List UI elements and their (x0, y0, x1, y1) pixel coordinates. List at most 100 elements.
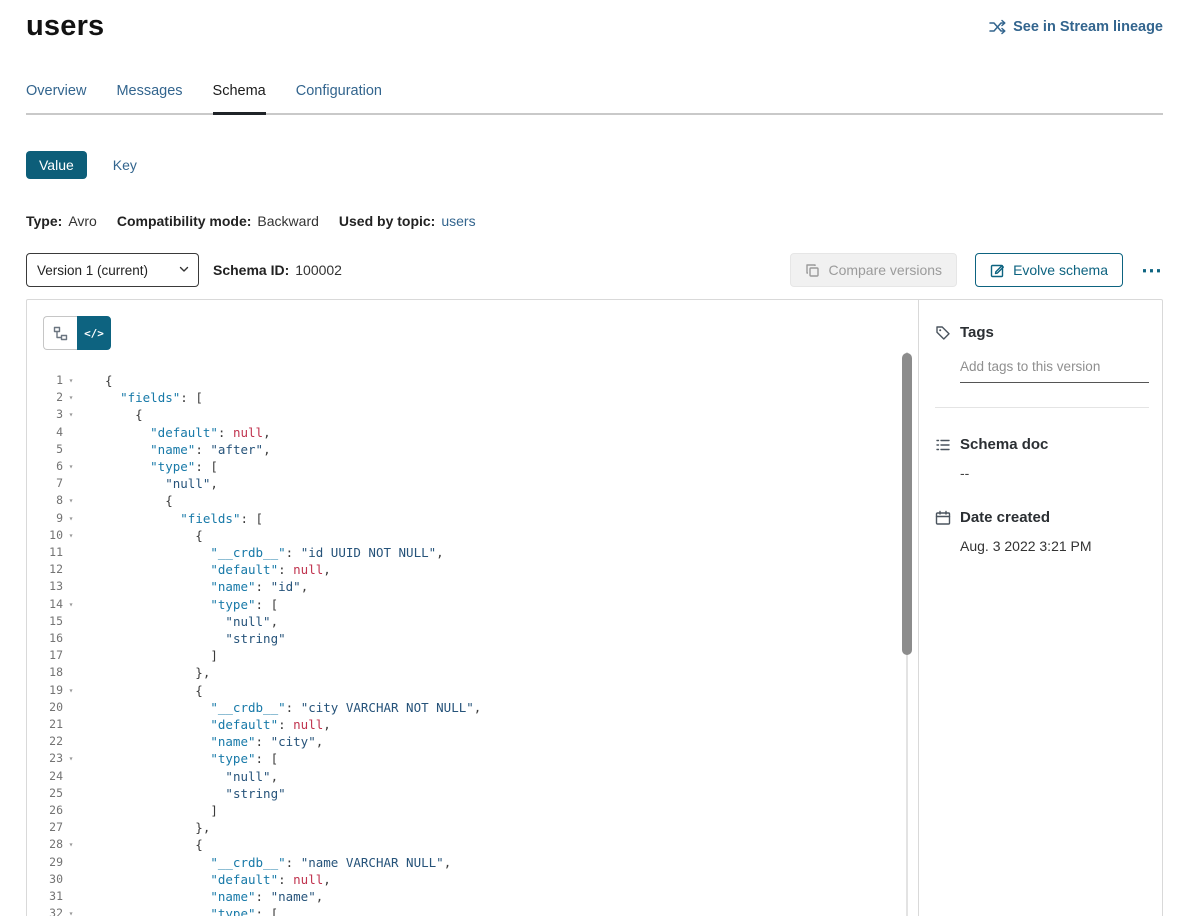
fold-spacer (63, 441, 79, 458)
line-number: 16 (35, 630, 63, 647)
compare-icon (805, 263, 820, 278)
fold-toggle-icon[interactable]: ▾ (63, 836, 79, 853)
code-text: "null", (79, 475, 218, 492)
line-number: 2 (35, 389, 63, 406)
code-text: "type": [ (79, 596, 278, 613)
stream-lineage-link[interactable]: See in Stream lineage (989, 19, 1163, 35)
editor-scrollbar[interactable] (902, 352, 912, 916)
fold-spacer (63, 544, 79, 561)
fold-spacer (63, 819, 79, 836)
evolve-icon (990, 263, 1005, 278)
fold-spacer (63, 699, 79, 716)
line-number: 11 (35, 544, 63, 561)
fold-spacer (63, 475, 79, 492)
date-created-title: Date created (960, 509, 1050, 526)
key-toggle-button[interactable]: Key (113, 157, 137, 173)
stream-lineage-label: See in Stream lineage (1013, 19, 1163, 35)
code-line: 32▾ "type": [ (27, 905, 918, 916)
fold-spacer (63, 630, 79, 647)
fold-toggle-icon[interactable]: ▾ (63, 458, 79, 475)
tab-bar: Overview Messages Schema Configuration (26, 83, 1163, 115)
fold-toggle-icon[interactable]: ▾ (63, 905, 79, 916)
add-tags-input[interactable] (960, 357, 1149, 383)
evolve-schema-label: Evolve schema (1013, 262, 1108, 278)
code-line: 24 "null", (27, 768, 918, 785)
code-text: "name": "id", (79, 578, 308, 595)
code-line: 13 "name": "id", (27, 578, 918, 595)
fold-toggle-icon[interactable]: ▾ (63, 372, 79, 389)
line-number: 18 (35, 664, 63, 681)
line-number: 9 (35, 510, 63, 527)
compare-versions-button[interactable]: Compare versions (790, 253, 957, 287)
fold-spacer (63, 561, 79, 578)
tab-messages[interactable]: Messages (116, 83, 182, 113)
evolve-schema-button[interactable]: Evolve schema (975, 253, 1123, 287)
tags-heading: Tags (935, 324, 1149, 341)
date-created-section: Date created Aug. 3 2022 3:21 PM (935, 509, 1149, 554)
compatibility-label: Compatibility mode: (117, 213, 252, 229)
tab-overview[interactable]: Overview (26, 83, 86, 113)
date-created-heading: Date created (935, 509, 1149, 526)
code-text: "string" (79, 785, 286, 802)
tab-schema[interactable]: Schema (213, 83, 266, 113)
compatibility-value: Backward (257, 213, 318, 229)
code-line: 10▾ { (27, 527, 918, 544)
line-number: 21 (35, 716, 63, 733)
code-text: "null", (79, 768, 278, 785)
date-created-value: Aug. 3 2022 3:21 PM (960, 538, 1149, 554)
code-line: 12 "default": null, (27, 561, 918, 578)
tags-section: Tags (935, 324, 1149, 408)
code-view-button[interactable]: </> (77, 316, 111, 350)
schema-doc-section: Schema doc -- (935, 436, 1149, 481)
fold-toggle-icon[interactable]: ▾ (63, 492, 79, 509)
code-line: 15 "null", (27, 613, 918, 630)
line-number: 29 (35, 854, 63, 871)
schema-meta: Type: Avro Compatibility mode: Backward … (26, 213, 1163, 229)
scrollbar-thumb[interactable] (902, 353, 912, 655)
schema-controls: Version 1 (current) Schema ID: 100002 Co… (26, 253, 1163, 287)
code-line: 20 "__crdb__": "city VARCHAR NOT NULL", (27, 699, 918, 716)
code-line: 25 "string" (27, 785, 918, 802)
line-number: 32 (35, 905, 63, 916)
fold-spacer (63, 664, 79, 681)
fold-spacer (63, 424, 79, 441)
fold-toggle-icon[interactable]: ▾ (63, 389, 79, 406)
code-editor-content[interactable]: 1▾{2▾ "fields": [3▾ {4 "default": null,5… (27, 372, 918, 916)
code-text: "fields": [ (79, 510, 263, 527)
code-text: "default": null, (79, 716, 331, 733)
fold-toggle-icon[interactable]: ▾ (63, 510, 79, 527)
fold-spacer (63, 888, 79, 905)
tree-view-button[interactable] (43, 316, 77, 350)
fold-toggle-icon[interactable]: ▾ (63, 527, 79, 544)
line-number: 17 (35, 647, 63, 664)
line-number: 31 (35, 888, 63, 905)
line-number: 14 (35, 596, 63, 613)
fold-toggle-icon[interactable]: ▾ (63, 596, 79, 613)
code-line: 30 "default": null, (27, 871, 918, 888)
line-number: 27 (35, 819, 63, 836)
topic-link[interactable]: users (441, 213, 475, 229)
fold-toggle-icon[interactable]: ▾ (63, 682, 79, 699)
more-options-button[interactable]: ⋯ (1141, 260, 1163, 281)
code-line: 16 "string" (27, 630, 918, 647)
code-text: { (79, 682, 203, 699)
schema-editor: </> 1▾{2▾ "fields": [3▾ {4 "default": nu… (27, 300, 919, 916)
schema-doc-title: Schema doc (960, 436, 1048, 453)
tag-icon (935, 325, 951, 341)
version-select[interactable]: Version 1 (current) (26, 253, 199, 287)
value-toggle-button[interactable]: Value (26, 151, 87, 179)
fold-spacer (63, 854, 79, 871)
schema-sidebar: Tags Schema doc -- (919, 300, 1162, 916)
code-text: { (79, 836, 203, 853)
tab-configuration[interactable]: Configuration (296, 83, 382, 113)
line-number: 20 (35, 699, 63, 716)
line-number: 3 (35, 406, 63, 423)
fold-toggle-icon[interactable]: ▾ (63, 750, 79, 767)
line-number: 6 (35, 458, 63, 475)
code-text: "default": null, (79, 424, 271, 441)
fold-spacer (63, 802, 79, 819)
code-text: "string" (79, 630, 286, 647)
code-text: { (79, 372, 113, 389)
fold-toggle-icon[interactable]: ▾ (63, 406, 79, 423)
code-text: "__crdb__": "city VARCHAR NOT NULL", (79, 699, 481, 716)
